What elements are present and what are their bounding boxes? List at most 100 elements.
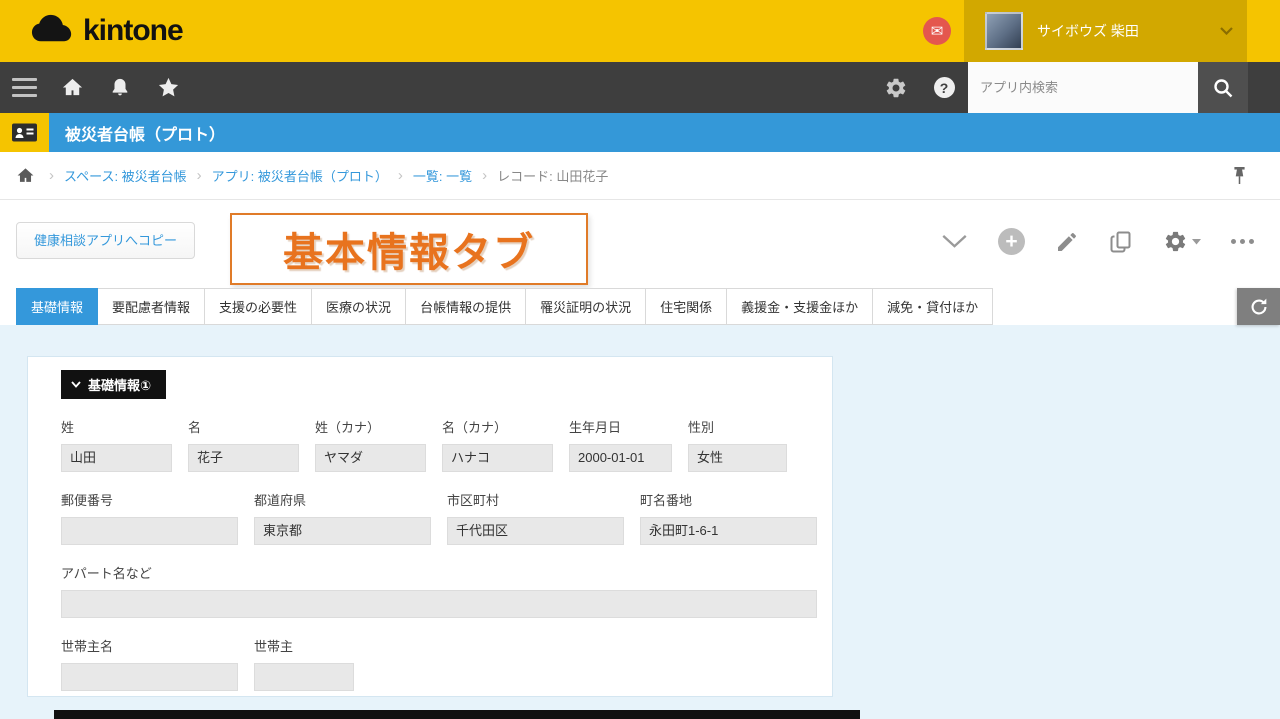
field-label: 市区町村 xyxy=(447,490,624,509)
field-household-head: 世帯主 xyxy=(254,636,354,691)
app-title: 被災者台帳（プロト） xyxy=(65,121,225,145)
breadcrumb-separator: › xyxy=(197,167,202,184)
tab-basic-info[interactable]: 基礎情報 xyxy=(16,288,98,325)
tab-housing[interactable]: 住宅関係 xyxy=(646,288,727,325)
plus-icon: + xyxy=(998,228,1025,255)
pin-button[interactable] xyxy=(1231,166,1248,188)
breadcrumb-app-link[interactable]: アプリ: 被災者台帳（プロト） xyxy=(212,166,388,185)
field-prefecture: 都道府県 東京都 xyxy=(254,490,431,545)
next-group-panel xyxy=(54,710,860,719)
search-button[interactable] xyxy=(1198,62,1248,113)
field-value: 永田町1-6-1 xyxy=(640,517,817,545)
gear-icon xyxy=(1163,229,1188,254)
tab-disaster-certificate[interactable]: 罹災証明の状況 xyxy=(526,288,646,325)
hamburger-icon xyxy=(12,78,37,97)
field-label: 郵便番号 xyxy=(61,490,238,509)
field-postal-code: 郵便番号 xyxy=(61,490,238,545)
group-header-basic-info-1[interactable]: 基礎情報① xyxy=(61,370,166,399)
tab-special-care[interactable]: 要配慮者情報 xyxy=(98,288,205,325)
home-icon xyxy=(16,166,35,185)
favorites-button[interactable] xyxy=(144,62,192,113)
star-icon xyxy=(157,76,180,99)
form-row: 世帯主名 世帯主 xyxy=(61,636,816,691)
copy-icon xyxy=(1109,230,1133,254)
tab-medical-status[interactable]: 医療の状況 xyxy=(312,288,406,325)
field-last-name-kana: 姓（カナ） ヤマダ xyxy=(315,417,426,472)
field-label: 都道府県 xyxy=(254,490,431,509)
home-button[interactable] xyxy=(48,62,96,113)
record-content: 基礎情報① 姓 山田 名 花子 姓（カナ） ヤマダ 名（カナ） ハナコ 生年月日… xyxy=(0,325,1280,719)
user-menu[interactable]: サイボウズ 柴田 xyxy=(964,0,1247,62)
app-header: 被災者台帳（プロト） xyxy=(0,113,1280,152)
breadcrumb-view-link[interactable]: 一覧: 一覧 xyxy=(413,166,472,185)
chevron-down-icon xyxy=(71,381,81,388)
field-value xyxy=(61,517,238,545)
field-apartment: アパート名など xyxy=(61,563,817,618)
record-actions: + xyxy=(941,228,1254,255)
field-label: 名 xyxy=(188,417,299,436)
breadcrumb-home-button[interactable] xyxy=(16,166,35,185)
collapse-toolbar-button[interactable] xyxy=(941,234,968,249)
group-header-next[interactable] xyxy=(54,710,860,719)
field-label: 町名番地 xyxy=(640,490,817,509)
app-icon[interactable] xyxy=(0,113,49,152)
add-record-button[interactable]: + xyxy=(998,228,1025,255)
field-city: 市区町村 千代田区 xyxy=(447,490,624,545)
chevron-down-icon xyxy=(941,234,968,249)
id-card-icon xyxy=(11,121,38,144)
field-value: 山田 xyxy=(61,444,172,472)
kintone-logo[interactable]: kintone xyxy=(30,13,183,49)
search-input[interactable] xyxy=(968,62,1198,113)
help-button[interactable]: ? xyxy=(920,62,968,113)
more-options-button[interactable] xyxy=(1231,239,1254,244)
tab-support-need[interactable]: 支援の必要性 xyxy=(205,288,312,325)
refresh-icon xyxy=(1248,296,1270,318)
chevron-down-icon xyxy=(1220,27,1233,35)
notification-mail-badge[interactable]: ✉ xyxy=(923,17,951,45)
field-value xyxy=(254,663,354,691)
breadcrumb-space-link[interactable]: スペース: 被災者台帳 xyxy=(64,166,187,185)
envelope-icon: ✉ xyxy=(931,22,944,40)
record-settings-button[interactable] xyxy=(1163,229,1201,254)
field-value: 2000-01-01 xyxy=(569,444,672,472)
hamburger-menu-button[interactable] xyxy=(0,62,48,113)
field-first-name: 名 花子 xyxy=(188,417,299,472)
side-refresh-button[interactable] xyxy=(1237,288,1280,325)
settings-button[interactable] xyxy=(872,62,920,113)
copy-to-health-app-button[interactable]: 健康相談アプリへコピー xyxy=(16,222,195,259)
breadcrumb-record-current: レコード: 山田花子 xyxy=(497,166,608,185)
user-name: サイボウズ 柴田 xyxy=(1037,21,1220,41)
question-icon: ? xyxy=(934,77,955,98)
field-value: 女性 xyxy=(688,444,787,472)
edit-record-button[interactable] xyxy=(1055,230,1079,254)
tab-exemptions[interactable]: 減免・貸付ほか xyxy=(873,288,993,325)
gear-icon xyxy=(884,76,908,100)
field-last-name: 姓 山田 xyxy=(61,417,172,472)
tab-ledger-provision[interactable]: 台帳情報の提供 xyxy=(406,288,526,325)
basic-info-panel: 基礎情報① 姓 山田 名 花子 姓（カナ） ヤマダ 名（カナ） ハナコ 生年月日… xyxy=(27,356,833,697)
field-label: 生年月日 xyxy=(569,417,672,436)
duplicate-record-button[interactable] xyxy=(1109,230,1133,254)
field-value xyxy=(61,590,817,618)
field-value: 花子 xyxy=(188,444,299,472)
annotation-text: 基本情報タブ xyxy=(283,220,535,278)
field-first-name-kana: 名（カナ） ハナコ xyxy=(442,417,553,472)
brand-name: kintone xyxy=(83,14,183,48)
breadcrumb-separator: › xyxy=(482,167,487,184)
breadcrumb-separator: › xyxy=(398,167,403,184)
field-label: アパート名など xyxy=(61,563,817,582)
tab-donations[interactable]: 義援金・支援金ほか xyxy=(727,288,873,325)
global-header: kintone ✉ サイボウズ 柴田 xyxy=(0,0,1280,62)
record-tabs: 基礎情報 要配慮者情報 支援の必要性 医療の状況 台帳情報の提供 罹災証明の状況… xyxy=(0,288,1280,325)
global-nav: ? xyxy=(0,62,1280,113)
annotation-callout: 基本情報タブ xyxy=(230,213,588,285)
field-label: 姓 xyxy=(61,417,172,436)
field-gender: 性別 女性 xyxy=(688,417,787,472)
field-household-head-name: 世帯主名 xyxy=(61,636,238,691)
bell-icon xyxy=(109,77,131,99)
user-avatar xyxy=(985,12,1023,50)
notifications-button[interactable] xyxy=(96,62,144,113)
field-birthdate: 生年月日 2000-01-01 xyxy=(569,417,672,472)
field-label: 名（カナ） xyxy=(442,417,553,436)
breadcrumb-separator: › xyxy=(49,167,54,184)
